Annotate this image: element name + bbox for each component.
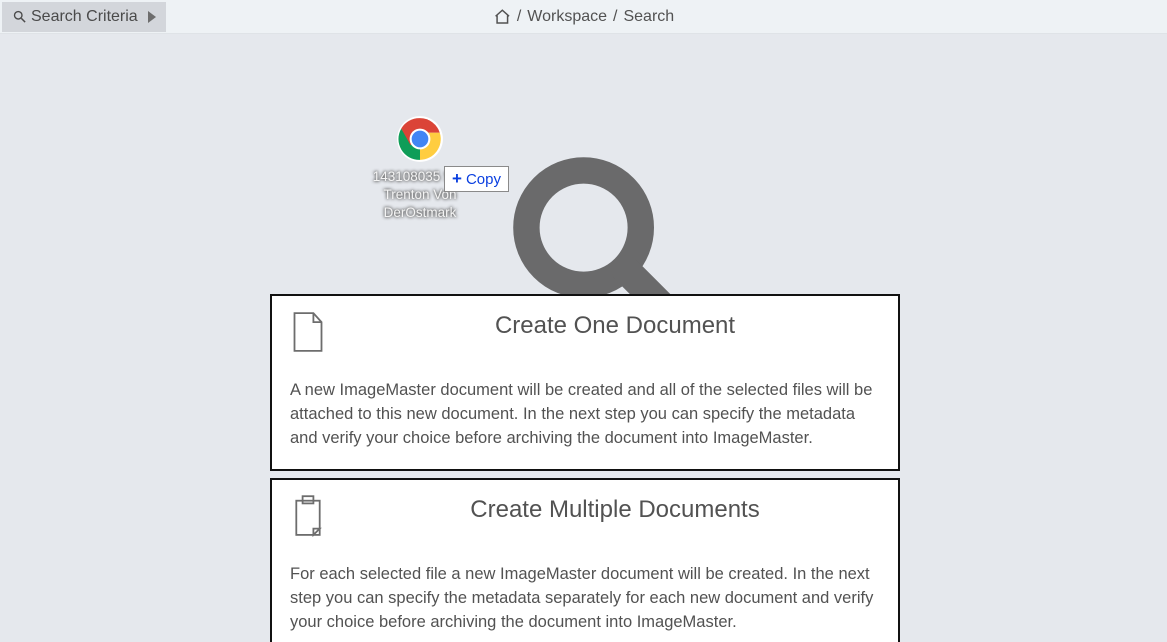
chrome-file-icon [395,114,445,164]
home-icon[interactable] [493,8,511,26]
create-multi-title: Create Multiple Documents [350,496,880,524]
breadcrumb: / Workspace / Search [493,8,674,26]
clipboard-icon [290,494,326,538]
breadcrumb-workspace[interactable]: Workspace [527,8,607,26]
create-multi-body: For each selected file a new ImageMaster… [290,563,880,635]
search-criteria-label: Search Criteria [31,8,138,26]
chevron-right-icon [148,11,156,23]
search-criteria-button[interactable]: Search Criteria [2,2,166,32]
breadcrumb-sep: / [613,8,617,26]
create-multiple-documents-card[interactable]: Create Multiple Documents For each selec… [270,478,900,642]
copy-cursor-badge: + Copy [444,166,509,192]
document-icon [290,310,326,354]
create-one-document-card[interactable]: Create One Document A new ImageMaster do… [270,294,900,471]
breadcrumb-search[interactable]: Search [623,8,674,26]
top-bar: Search Criteria / Workspace / Search [0,0,1167,34]
drop-canvas[interactable]: 143108035 59 - Trenton Von DerOstmark + … [0,34,1167,642]
copy-label: Copy [466,171,501,188]
create-one-body: A new ImageMaster document will be creat… [290,379,880,451]
plus-icon: + [452,169,462,189]
search-icon [12,9,27,24]
breadcrumb-sep: / [517,8,521,26]
create-one-title: Create One Document [350,312,880,340]
